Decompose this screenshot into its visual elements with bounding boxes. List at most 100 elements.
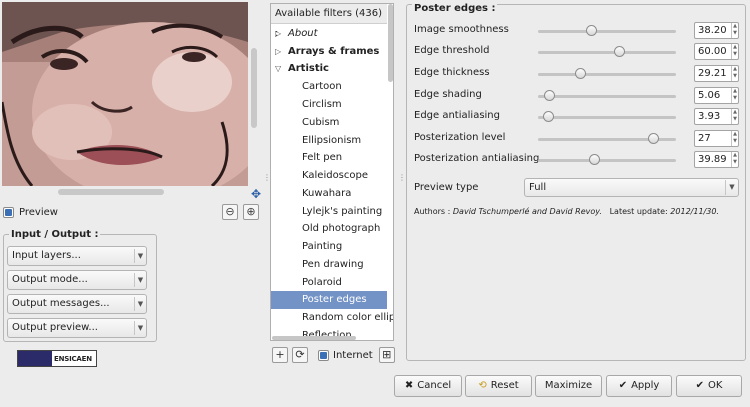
- tree-category-artistic[interactable]: ▽ Artistic: [271, 60, 387, 78]
- tree-category-label: About: [288, 28, 318, 39]
- parameter-value: 27: [698, 133, 711, 144]
- output-preview-combo[interactable]: Output preview... ▼: [7, 318, 147, 338]
- authors-prefix: Authors :: [414, 207, 451, 216]
- preview-vertical-scrollbar[interactable]: [251, 48, 257, 128]
- splitter-handle-icon[interactable]: ⋮: [398, 174, 406, 188]
- move-icon[interactable]: ✥: [249, 187, 263, 201]
- maximize-label: Maximize: [544, 380, 593, 391]
- zoom-in-button[interactable]: ⊕: [243, 204, 259, 220]
- chevron-down-icon: ▼: [725, 180, 738, 195]
- parameter-row: Image smoothness 38.20 ▲ ▼: [414, 22, 740, 40]
- parameter-slider-handle[interactable]: [543, 111, 554, 122]
- tree-toolbar: + ⟳ Internet ⊞: [272, 346, 395, 364]
- tree-item[interactable]: Painting: [271, 238, 387, 256]
- chevron-down-icon: ▼: [134, 249, 146, 263]
- tree-item[interactable]: Random color ellipses: [271, 309, 393, 327]
- parameter-value-spinbox[interactable]: 27 ▲ ▼: [694, 130, 739, 147]
- expand-tree-button[interactable]: ⊞: [378, 347, 395, 363]
- parameter-label: Edge shading: [414, 89, 482, 100]
- parameter-label: Posterization level: [414, 132, 506, 143]
- tree-item-selected[interactable]: Poster edges: [271, 291, 387, 309]
- expand-triangle-icon[interactable]: ▷: [275, 25, 281, 43]
- tree-item[interactable]: Pen drawing: [271, 256, 387, 274]
- preview-checkbox-box[interactable]: [3, 207, 14, 218]
- parameter-value-spinbox[interactable]: 39.89 ▲ ▼: [694, 151, 739, 168]
- ok-label: OK: [707, 380, 723, 391]
- input-layers-combo[interactable]: Input layers... ▼: [7, 246, 147, 266]
- output-messages-combo[interactable]: Output messages... ▼: [7, 294, 147, 314]
- tree-category-arrays-frames[interactable]: ▷ Arrays & frames: [271, 43, 387, 61]
- parameter-slider-track[interactable]: [538, 73, 676, 76]
- spin-arrows-icon[interactable]: ▲ ▼: [731, 131, 738, 146]
- cancel-button[interactable]: ✖ Cancel: [394, 375, 462, 397]
- parameter-value-spinbox[interactable]: 3.93 ▲ ▼: [694, 108, 739, 125]
- ok-button[interactable]: ✔ OK: [676, 375, 742, 397]
- preview-image[interactable]: [2, 2, 248, 186]
- filter-tree[interactable]: Available filters (436) : ▷ About ▷ Arrays…: [270, 3, 394, 341]
- parameter-label: Edge antialiasing: [414, 110, 500, 121]
- parameter-slider-track[interactable]: [538, 95, 676, 98]
- tree-category-about[interactable]: ▷ About: [271, 25, 387, 43]
- output-mode-combo[interactable]: Output mode... ▼: [7, 270, 147, 290]
- reset-label: Reset: [490, 380, 519, 391]
- tree-item[interactable]: Kuwahara: [271, 185, 387, 203]
- parameter-value-spinbox[interactable]: 38.20 ▲ ▼: [694, 22, 739, 39]
- parameter-slider-track[interactable]: [538, 51, 676, 54]
- authors-info: Authors : David Tschumperlé and David Re…: [414, 207, 719, 216]
- tree-item[interactable]: Cubism: [271, 114, 387, 132]
- parameter-slider-handle[interactable]: [614, 46, 625, 57]
- refresh-button[interactable]: ⟳: [292, 347, 308, 363]
- tree-item[interactable]: Felt pen: [271, 149, 387, 167]
- spin-arrows-icon[interactable]: ▲ ▼: [731, 44, 738, 59]
- preview-horizontal-scrollbar[interactable]: [58, 189, 164, 195]
- parameter-slider-track[interactable]: [538, 159, 676, 162]
- tree-item[interactable]: Polaroid: [271, 274, 387, 292]
- update-date: 2012/11/30.: [670, 207, 719, 216]
- filter-parameters-title: Poster edges :: [412, 3, 498, 14]
- input-output-title: Input / Output :: [9, 229, 101, 240]
- zoom-out-button[interactable]: ⊖: [222, 204, 238, 220]
- check-icon: ✔: [618, 380, 628, 391]
- spin-arrows-icon[interactable]: ▲ ▼: [731, 66, 738, 81]
- preview-type-combo[interactable]: Full ▼: [524, 178, 739, 197]
- chevron-down-icon: ▼: [134, 297, 146, 311]
- spin-arrows-icon[interactable]: ▲ ▼: [731, 109, 738, 124]
- spin-arrows-icon[interactable]: ▲ ▼: [731, 152, 738, 167]
- spin-arrows-icon[interactable]: ▲ ▼: [731, 23, 738, 38]
- parameter-row: Edge shading 5.06 ▲ ▼: [414, 87, 740, 105]
- tree-item[interactable]: Cartoon: [271, 78, 387, 96]
- reset-icon: ⟲: [478, 380, 487, 391]
- parameter-slider-handle[interactable]: [589, 154, 600, 165]
- tree-item[interactable]: Kaleidoscope: [271, 167, 387, 185]
- spin-arrows-icon[interactable]: ▲ ▼: [731, 88, 738, 103]
- tree-item[interactable]: Old photograph: [271, 220, 387, 238]
- collapse-triangle-icon[interactable]: ▽: [275, 60, 281, 78]
- tree-vertical-scrollbar[interactable]: [388, 4, 393, 82]
- tree-horizontal-scrollbar[interactable]: [272, 336, 356, 340]
- apply-button[interactable]: ✔ Apply: [606, 375, 672, 397]
- parameter-row: Edge antialiasing 3.93 ▲ ▼: [414, 108, 740, 126]
- internet-checkbox[interactable]: [318, 349, 329, 361]
- parameter-slider-track[interactable]: [538, 30, 676, 33]
- parameter-value-spinbox[interactable]: 60.00 ▲ ▼: [694, 43, 739, 60]
- maximize-button[interactable]: Maximize: [535, 375, 602, 397]
- parameter-slider-handle[interactable]: [575, 68, 586, 79]
- parameter-value-spinbox[interactable]: 29.21 ▲ ▼: [694, 65, 739, 82]
- splitter-handle-icon[interactable]: ⋮: [263, 174, 271, 188]
- check-icon: ✔: [695, 380, 704, 391]
- tree-item[interactable]: Circlism: [271, 96, 387, 114]
- preview-checkbox[interactable]: Preview: [3, 207, 58, 218]
- parameter-slider-track[interactable]: [538, 116, 676, 119]
- tree-item[interactable]: Lylejk's painting: [271, 203, 387, 221]
- tree-item[interactable]: Ellipsionism: [271, 132, 387, 150]
- close-icon: ✖: [404, 380, 414, 391]
- parameter-value: 5.06: [698, 90, 721, 101]
- parameter-value-spinbox[interactable]: 5.06 ▲ ▼: [694, 87, 739, 104]
- parameter-slider-handle[interactable]: [544, 90, 555, 101]
- parameter-slider-handle[interactable]: [648, 133, 659, 144]
- parameter-slider-handle[interactable]: [586, 25, 597, 36]
- reset-button[interactable]: ⟲ Reset: [465, 375, 532, 397]
- output-mode-label: Output mode...: [12, 274, 88, 285]
- expand-triangle-icon[interactable]: ▷: [275, 43, 281, 61]
- add-filter-button[interactable]: +: [272, 347, 288, 363]
